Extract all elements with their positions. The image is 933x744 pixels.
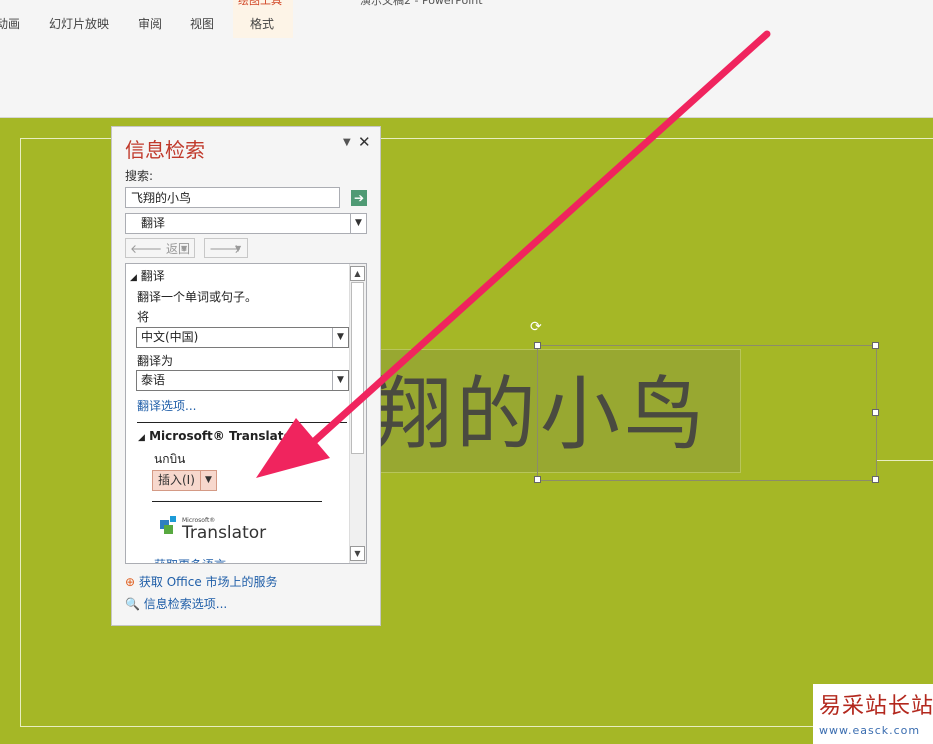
- watermark-title: 易采站长站: [819, 694, 933, 719]
- watermark-url: www.easck.com: [819, 724, 921, 737]
- watermark: 易采站长站 www.easck.com: [813, 684, 933, 744]
- annotation-arrow-icon: [256, 30, 771, 478]
